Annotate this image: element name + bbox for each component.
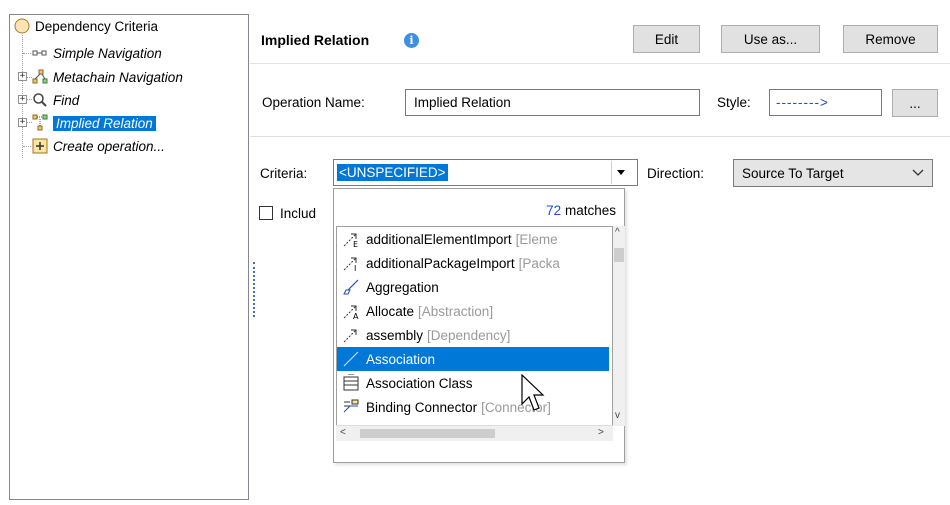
aggregation-icon (341, 277, 361, 297)
list-item-meta: [Abstraction] (418, 303, 494, 319)
criteria-combobox[interactable]: <UNSPECIFIED> (333, 159, 638, 186)
tree-item-label: Find (53, 92, 80, 108)
direction-value: Source To Target (742, 165, 844, 181)
allocate-icon: A (341, 301, 361, 321)
svg-text:I: I (354, 264, 356, 272)
list-item-name: Aggregation (366, 279, 439, 295)
style-preview-field[interactable]: --------> (769, 89, 882, 116)
operation-name-value: Implied Relation (414, 95, 511, 110)
scroll-down-icon[interactable]: v (615, 410, 620, 421)
list-item[interactable]: E additionalElementImport [Eleme (337, 227, 609, 251)
criteria-value: <UNSPECIFIED> (337, 164, 448, 181)
list-item-name: assembly (366, 327, 424, 343)
criteria-tree[interactable]: Dependency Criteria Simple Navigation + … (9, 14, 249, 500)
matches-count: 72 matches (546, 203, 616, 218)
association-icon (341, 349, 361, 369)
list-item-meta: [Packa (518, 255, 560, 271)
list-item-name: Association (366, 351, 436, 367)
list-item[interactable]: Binding Connector [Connector] (337, 395, 609, 419)
list-item-meta: [Eleme (515, 231, 558, 247)
info-icon[interactable]: i (404, 33, 419, 48)
direction-select[interactable]: Source To Target (733, 159, 933, 187)
tree-item-create-operation[interactable]: Create operation... (31, 136, 165, 156)
dependency-icon (341, 325, 361, 345)
list-horizontal-scrollbar[interactable]: < > (336, 425, 613, 441)
tree-connector-line (23, 146, 31, 147)
binding-connector-icon (341, 397, 361, 417)
scroll-right-icon[interactable]: > (598, 427, 604, 438)
tree-connector-line (23, 53, 31, 54)
mouse-cursor-icon (521, 374, 545, 411)
page-title: Implied Relation (261, 32, 370, 48)
list-item[interactable]: I additionalPackageImport [Packa (337, 251, 609, 275)
style-preview-value: --------> (776, 95, 829, 110)
element-import-icon: E (341, 229, 361, 249)
scroll-left-icon[interactable]: < (340, 427, 346, 438)
tree-item-label: Simple Navigation (53, 45, 162, 61)
include-label: Includ (280, 206, 317, 221)
simple-navigation-icon (31, 44, 49, 62)
svg-text:E: E (353, 240, 358, 248)
tree-root[interactable]: Dependency Criteria (13, 16, 158, 36)
list-item-name: Binding Connector (366, 399, 478, 415)
chevron-down-icon[interactable] (611, 161, 629, 184)
criteria-dropdown-popup[interactable]: 72 matches E additionalElementImport [El… (333, 188, 625, 463)
expand-toggle[interactable]: + (18, 118, 27, 127)
tree-item-simple-navigation[interactable]: Simple Navigation (31, 43, 162, 63)
list-item[interactable]: Association Class (337, 371, 609, 395)
list-item-meta: [Dependency] (427, 327, 511, 343)
operation-name-label: Operation Name: (262, 95, 365, 110)
list-item-name: Association Class (366, 375, 473, 391)
criteria-label: Criteria: (260, 166, 308, 181)
top-clipped-text (0, 0, 950, 8)
operation-name-input[interactable]: Implied Relation (405, 89, 700, 116)
list-item-name: additionalPackageImport (366, 255, 515, 271)
plus-icon (31, 137, 49, 155)
tree-root-label: Dependency Criteria (35, 18, 159, 34)
expand-toggle[interactable]: + (18, 72, 27, 81)
style-more-button[interactable]: ... (892, 89, 938, 117)
tree-item-implied-relation[interactable]: Implied Relation (31, 113, 156, 133)
tree-item-label: Implied Relation (53, 115, 156, 131)
list-item-name: Allocate (366, 303, 415, 319)
edit-button[interactable]: Edit (633, 25, 700, 53)
list-item[interactable]: Aggregation (337, 275, 609, 299)
list-vertical-scrollbar[interactable]: ^ v (613, 226, 625, 426)
chevron-down-icon (912, 169, 924, 176)
tree-item-metachain-navigation[interactable]: Metachain Navigation (31, 67, 183, 87)
svg-text:A: A (353, 312, 359, 320)
list-item-name: additionalElementImport (366, 231, 512, 247)
use-as-button[interactable]: Use as... (721, 25, 820, 53)
matches-number: 72 (546, 203, 562, 218)
scrollbar-thumb[interactable] (360, 429, 495, 438)
list-item[interactable]: A Allocate [Abstraction] (337, 299, 609, 323)
direction-label: Direction: (647, 166, 705, 181)
include-checkbox[interactable] (259, 206, 273, 220)
association-class-icon (341, 373, 361, 393)
search-icon (31, 91, 49, 109)
tree-item-label: Metachain Navigation (53, 69, 183, 85)
list-item-selected[interactable]: Association (337, 347, 609, 371)
section-divider (250, 136, 950, 137)
dependency-criteria-icon (13, 17, 31, 35)
style-label: Style: (717, 95, 751, 110)
metachain-navigation-icon (31, 68, 49, 86)
package-import-icon: I (341, 253, 361, 273)
scroll-up-icon[interactable]: ^ (615, 227, 620, 238)
panel-splitter[interactable] (253, 262, 255, 317)
implied-relation-icon (31, 114, 49, 132)
expand-toggle[interactable]: + (18, 95, 27, 104)
relation-type-list[interactable]: E additionalElementImport [Eleme I addit… (336, 226, 613, 426)
list-item[interactable]: assembly [Dependency] (337, 323, 609, 347)
matches-text: matches (564, 203, 616, 218)
scrollbar-thumb[interactable] (614, 248, 624, 262)
tree-item-find[interactable]: Find (31, 90, 79, 110)
tree-item-label: Create operation... (53, 138, 165, 154)
remove-button[interactable]: Remove (843, 25, 938, 53)
